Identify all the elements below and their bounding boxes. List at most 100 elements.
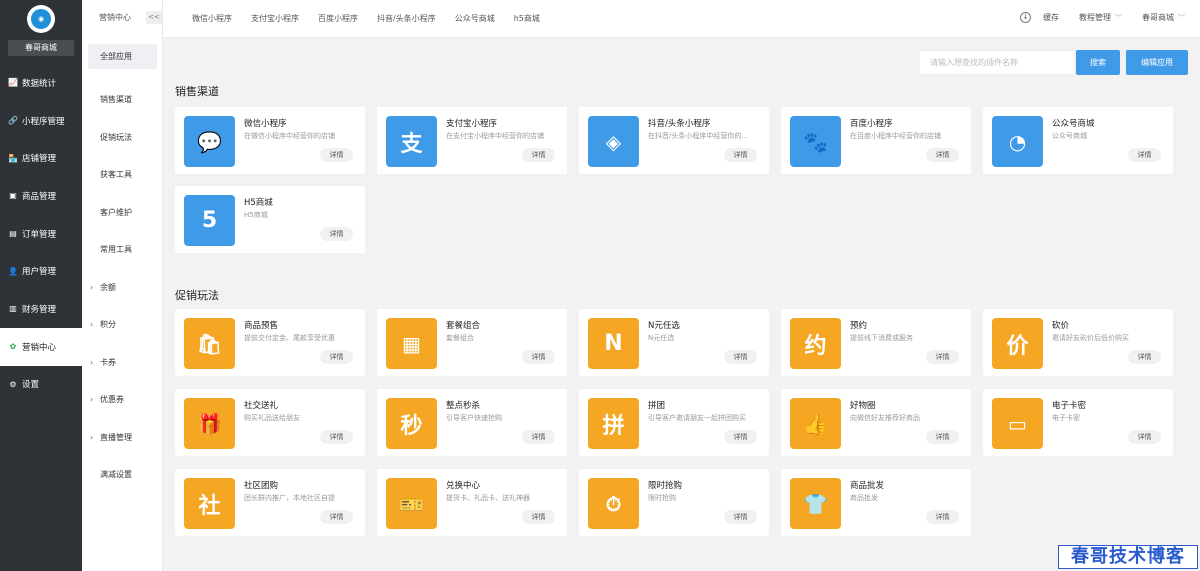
app-card[interactable]: 约预约 提前线下消费或服务 详情 bbox=[781, 309, 971, 376]
sub-sidebar-item-0[interactable]: 全部应用 bbox=[88, 44, 157, 69]
app-card[interactable]: ▭ 电子卡密 电子卡密 详情 bbox=[983, 389, 1173, 456]
tab-channel-0[interactable]: 微信小程序 bbox=[192, 13, 232, 24]
sub-sidebar-item-4[interactable]: 客户维护 bbox=[88, 194, 157, 232]
tab-channel-4[interactable]: 公众号商城 bbox=[455, 13, 495, 24]
app-card-name: 百度小程序 bbox=[850, 119, 893, 129]
tab-channel-3[interactable]: 抖音/头条小程序 bbox=[377, 13, 436, 24]
app-card[interactable]: ▦ 套餐组合 套餐组合 详情 bbox=[377, 309, 567, 376]
link-icon: 🔗 bbox=[8, 116, 18, 126]
detail-button[interactable]: 详情 bbox=[724, 430, 757, 444]
plugin-search-input[interactable]: 请输入想查找的插件名称 bbox=[919, 50, 1075, 75]
store-name-badge: 春哥商城 bbox=[8, 40, 74, 56]
app-card[interactable]: 🐾 百度小程序 在百度小程序中经营你的店铺 详情 bbox=[781, 107, 971, 174]
app-card[interactable]: 🛍 商品预售 提前交付定金、尾款享受优惠 详情 bbox=[175, 309, 365, 376]
detail-button[interactable]: 详情 bbox=[926, 430, 959, 444]
app-card-desc: N元任选 bbox=[648, 334, 675, 342]
app-card[interactable]: N N元任选 N元任选 详情 bbox=[579, 309, 769, 376]
sidebar-item-7[interactable]: ✿ 营销中心 bbox=[0, 327, 82, 366]
app-card-desc: 邀请好友砍价后低价购买 bbox=[1052, 334, 1129, 342]
app-card-name: 套餐组合 bbox=[446, 321, 481, 331]
tutorial-menu[interactable]: 教程管理 ﹀ bbox=[1079, 12, 1122, 23]
app-card-desc: 套餐组合 bbox=[446, 334, 474, 342]
sub-sidebar-label: 满减设置 bbox=[100, 470, 132, 480]
app-card[interactable]: 5 H5商城 H5商城 详情 bbox=[175, 186, 365, 253]
search-button[interactable]: 搜索 bbox=[1076, 50, 1120, 75]
sub-sidebar-item-10[interactable]: › 直播管理 bbox=[88, 419, 157, 457]
detail-button[interactable]: 详情 bbox=[320, 350, 353, 364]
app-card-name: 砍价 bbox=[1052, 321, 1070, 331]
tab-channel-2[interactable]: 百度小程序 bbox=[318, 13, 358, 24]
store-icon: 🏪 bbox=[8, 153, 18, 163]
app-card[interactable]: 💬 微信小程序 在微信小程序中经营你的店铺 详情 bbox=[175, 107, 365, 174]
app-card[interactable]: 支支付宝小程序 在支付宝小程序中经营你的店铺 详情 bbox=[377, 107, 567, 174]
app-card[interactable]: 拼拼团 引导客户邀请朋友一起拼团购买 详情 bbox=[579, 389, 769, 456]
official-account-icon: ◔ bbox=[992, 116, 1043, 167]
detail-button[interactable]: 详情 bbox=[724, 510, 757, 524]
chevron-down-icon: ﹀ bbox=[1178, 14, 1185, 22]
app-card-desc: 限时抢购 bbox=[648, 494, 676, 502]
app-card[interactable]: 👍 好物圈 向微信好友推荐好商品 详情 bbox=[781, 389, 971, 456]
sidebar-item-label: 财务管理 bbox=[22, 304, 57, 315]
detail-button[interactable]: 详情 bbox=[320, 510, 353, 524]
chevron-down-icon: ﹀ bbox=[1115, 14, 1122, 22]
detail-button[interactable]: 详情 bbox=[926, 148, 959, 162]
sub-sidebar-item-8[interactable]: › 卡券 bbox=[88, 344, 157, 382]
tab-channel-5[interactable]: h5商城 bbox=[514, 13, 540, 24]
detail-button[interactable]: 详情 bbox=[926, 510, 959, 524]
detail-button[interactable]: 详情 bbox=[522, 430, 555, 444]
app-root: ◉ 春哥商城 📈 数据统计 🔗 小程序管理 🏪 店铺管理 ▣ 商品管理 ▤ 订单管理 👤 用户管理 ▥ 财… bbox=[0, 0, 1200, 571]
tab-channel-1[interactable]: 支付宝小程序 bbox=[251, 13, 299, 24]
detail-button[interactable]: 详情 bbox=[926, 350, 959, 364]
app-card-desc: 提前线下消费或服务 bbox=[850, 334, 913, 342]
sidebar-item-4[interactable]: ▤ 订单管理 bbox=[0, 215, 82, 253]
sub-sidebar-item-9[interactable]: › 优惠券 bbox=[88, 381, 157, 419]
edit-apps-button[interactable]: 编辑应用 bbox=[1126, 50, 1188, 75]
detail-button[interactable]: 详情 bbox=[320, 227, 353, 241]
detail-button[interactable]: 详情 bbox=[320, 430, 353, 444]
card-key-icon: ▭ bbox=[992, 398, 1043, 449]
sub-sidebar-item-6[interactable]: › 余额 bbox=[88, 269, 157, 307]
chevron-right-icon: › bbox=[90, 432, 94, 442]
detail-button[interactable]: 详情 bbox=[522, 350, 555, 364]
app-card[interactable]: ◔ 公众号商城 公众号商城 详情 bbox=[983, 107, 1173, 174]
sub-sidebar-item-3[interactable]: 获客工具 bbox=[88, 156, 157, 194]
app-card-name: 好物圈 bbox=[850, 401, 876, 411]
app-card-name: 整点秒杀 bbox=[446, 401, 481, 411]
detail-button[interactable]: 详情 bbox=[1128, 350, 1161, 364]
cache-button[interactable]: 缓存 bbox=[1043, 12, 1059, 23]
app-card[interactable]: 🎫 兑换中心 提货卡、礼品卡、送礼神器 详情 bbox=[377, 469, 567, 536]
detail-button[interactable]: 详情 bbox=[1128, 148, 1161, 162]
sidebar-item-5[interactable]: 👤 用户管理 bbox=[0, 252, 82, 290]
app-card[interactable]: 价砍价 邀请好友砍价后低价购买 详情 bbox=[983, 309, 1173, 376]
sidebar-item-6[interactable]: ▥ 财务管理 bbox=[0, 290, 82, 328]
detail-button[interactable]: 详情 bbox=[724, 148, 757, 162]
collapse-button[interactable]: << bbox=[146, 11, 162, 24]
app-card[interactable]: 🎁 社交送礼 购买礼品送给朋友 详情 bbox=[175, 389, 365, 456]
app-card-name: 预约 bbox=[850, 321, 868, 331]
sidebar-item-8[interactable]: ⚙ 设置 bbox=[0, 366, 82, 404]
app-card[interactable]: 秒整点秒杀 引导客户快速抢购 详情 bbox=[377, 389, 567, 456]
detail-button[interactable]: 详情 bbox=[320, 148, 353, 162]
detail-button[interactable]: 详情 bbox=[724, 350, 757, 364]
download-icon[interactable]: ↓ bbox=[1020, 12, 1031, 23]
store-menu[interactable]: 春哥商城 ﹀ bbox=[1142, 12, 1185, 23]
app-card[interactable]: 👕 商品批发 商品批发 详情 bbox=[781, 469, 971, 536]
sidebar-item-2[interactable]: 🏪 店铺管理 bbox=[0, 139, 82, 177]
sub-sidebar-label: 余额 bbox=[100, 282, 116, 292]
detail-button[interactable]: 详情 bbox=[1128, 430, 1161, 444]
sidebar-item-0[interactable]: 📈 数据统计 bbox=[0, 64, 82, 102]
sub-sidebar-item-5[interactable]: 常用工具 bbox=[88, 231, 157, 269]
sub-sidebar-item-1[interactable]: 销售渠道 bbox=[88, 81, 157, 119]
sub-sidebar-item-7[interactable]: › 积分 bbox=[88, 306, 157, 344]
app-card[interactable]: ⏱ 限时抢购 限时抢购 详情 bbox=[579, 469, 769, 536]
detail-button[interactable]: 详情 bbox=[522, 510, 555, 524]
sub-sidebar-item-11[interactable]: 满减设置 bbox=[88, 456, 157, 494]
sub-sidebar-item-2[interactable]: 促销玩法 bbox=[88, 119, 157, 157]
app-card[interactable]: 社社区团购 团长群内推广，本地社区自提 详情 bbox=[175, 469, 365, 536]
sidebar-item-3[interactable]: ▣ 商品管理 bbox=[0, 177, 82, 215]
sidebar-item-1[interactable]: 🔗 小程序管理 bbox=[0, 102, 82, 140]
app-card[interactable]: ◈ 抖音/头条小程序 在抖音/头条小程序中经营你的... 详情 bbox=[579, 107, 769, 174]
app-card-name: 限时抢购 bbox=[648, 481, 683, 491]
app-card-desc: 购买礼品送给朋友 bbox=[244, 414, 300, 422]
detail-button[interactable]: 详情 bbox=[522, 148, 555, 162]
